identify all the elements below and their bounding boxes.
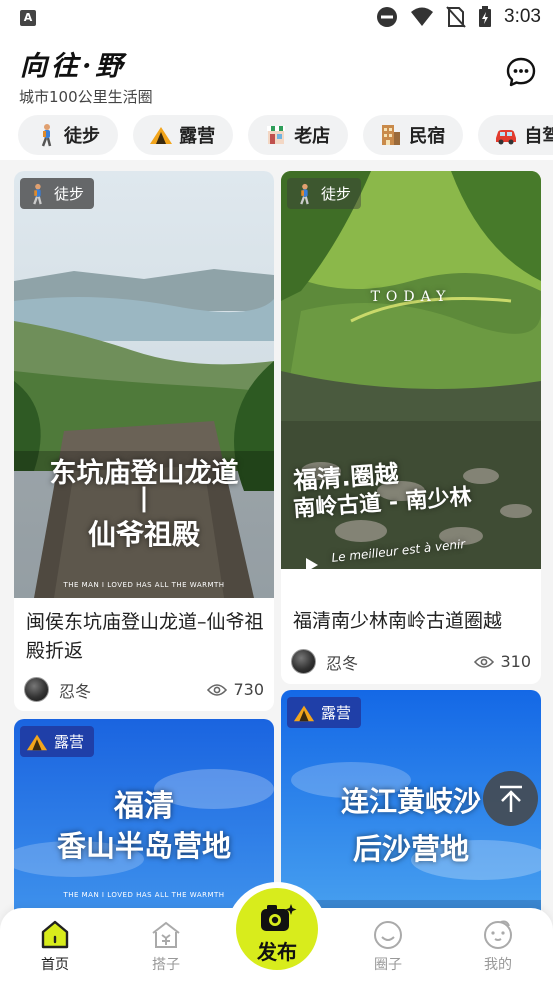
app-slogan: 城市100公里生活圈 <box>19 88 153 106</box>
tent-icon <box>293 705 315 721</box>
camera-icon <box>261 904 297 931</box>
eye-icon <box>474 655 495 668</box>
nav-label: 圈子 <box>374 957 402 973</box>
avatar <box>24 677 49 702</box>
author-name: 忍冬 <box>326 653 359 673</box>
post-feed: 徒步 东坑庙登山龙道 | 仙爷祖殿 THE MAN I LOVED HAS AL… <box>0 170 553 920</box>
category-label: 露营 <box>179 126 216 147</box>
status-icons: 3:03 <box>376 6 541 28</box>
view-count: 730 <box>207 680 264 699</box>
tag-label: 露营 <box>54 733 85 751</box>
post-card[interactable]: 露营 福清 香山半岛营地 THE MAN I LOVED HAS ALL THE… <box>14 719 274 920</box>
avatar <box>291 649 316 674</box>
tent-icon <box>150 127 173 144</box>
profile-face-icon <box>484 920 512 949</box>
nav-label: 我的 <box>484 957 512 973</box>
nav-partner[interactable]: 搭子 <box>131 918 201 974</box>
post-author[interactable]: 忍冬 <box>291 649 358 674</box>
tag-label: 露营 <box>321 704 352 722</box>
category-label: 徒步 <box>64 126 100 147</box>
poster-divider: | <box>139 483 149 513</box>
post-title: 福清南少林南岭古道圈越 <box>293 610 503 632</box>
play-icon[interactable] <box>305 557 319 569</box>
home-icon <box>41 920 69 949</box>
tag-label: 徒步 <box>54 185 85 203</box>
poster-caption: THE MAN I LOVED HAS ALL THE WARMTH <box>63 891 225 899</box>
view-count: 310 <box>474 652 531 671</box>
building-icon <box>382 125 401 145</box>
app-logo: 向往·野 <box>20 51 127 82</box>
post-cover-image: 徒步 TODAY 福清.圈越 南岭古道 - 南少林 Le meilleur es… <box>281 171 541 569</box>
poster-subtitle: 香山半岛营地 <box>56 829 231 863</box>
poster-overlay-text: TODAY <box>370 289 452 305</box>
view-count-value: 730 <box>233 680 264 699</box>
category-tag: 徒步 <box>20 178 95 209</box>
poster-caption: THE MAN I LOVED HAS ALL THE WARMTH <box>63 581 225 589</box>
hiker-icon <box>300 183 309 204</box>
poster-subtitle: 仙爷祖殿 <box>87 518 200 551</box>
category-camping[interactable]: 露营 <box>133 115 234 155</box>
back-to-top-button[interactable] <box>483 771 538 826</box>
publish-button[interactable]: 发布 <box>236 888 318 970</box>
dnd-icon <box>377 7 398 27</box>
post-title: 闽侯东坑庙登山龙道–仙爷祖殿折返 <box>26 611 264 662</box>
post-cover-image: 徒步 东坑庙登山龙道 | 仙爷祖殿 THE MAN I LOVED HAS AL… <box>14 171 274 598</box>
car-icon <box>496 130 517 145</box>
shop-icon <box>267 126 286 144</box>
category-tabs: 徒步 露营 老店 民宿 自驾 <box>0 110 553 160</box>
post-cover-image: 露营 福清 香山半岛营地 THE MAN I LOVED HAS ALL THE… <box>14 719 274 920</box>
wifi-icon <box>411 7 434 26</box>
clock: 3:03 <box>504 6 541 27</box>
poster-subtitle: 后沙营地 <box>352 832 469 866</box>
message-icon[interactable] <box>505 56 537 88</box>
post-card[interactable]: 徒步 TODAY 福清.圈越 南岭古道 - 南少林 Le meilleur es… <box>281 171 541 684</box>
category-tag: 徒步 <box>287 178 362 209</box>
category-tag: 露营 <box>20 726 95 757</box>
partner-house-icon <box>152 921 180 948</box>
smile-icon <box>374 921 402 949</box>
category-tag: 露营 <box>287 697 362 728</box>
tent-icon <box>26 734 48 750</box>
post-card[interactable]: 徒步 东坑庙登山龙道 | 仙爷祖殿 THE MAN I LOVED HAS AL… <box>14 171 274 711</box>
nav-profile[interactable]: 我的 <box>463 918 533 974</box>
category-hiking[interactable]: 徒步 <box>18 115 118 155</box>
poster-title: 福清 <box>114 789 174 824</box>
tag-label: 徒步 <box>321 185 352 203</box>
nav-home[interactable]: 首页 <box>20 918 90 974</box>
status-bar: A 3:03 <box>0 0 553 36</box>
category-label: 自驾 <box>524 126 553 147</box>
nav-label: 搭子 <box>152 957 180 973</box>
battery-icon <box>479 6 492 27</box>
eye-icon <box>207 683 228 696</box>
arrow-up-icon <box>499 785 522 812</box>
view-count-value: 310 <box>500 652 531 671</box>
hiker-icon <box>41 124 52 147</box>
nav-label: 首页 <box>41 957 69 973</box>
author-name: 忍冬 <box>59 681 92 701</box>
category-label: 民宿 <box>409 126 446 147</box>
post-author[interactable]: 忍冬 <box>24 677 91 702</box>
nav-circle[interactable]: 圈子 <box>353 918 423 974</box>
category-old-shops[interactable]: 老店 <box>248 115 349 155</box>
no-sim-icon <box>446 6 466 28</box>
category-label: 老店 <box>294 126 331 147</box>
app-header: 向往·野 城市100公里生活圈 <box>0 36 553 110</box>
category-self-drive[interactable]: 自驾 <box>478 115 553 155</box>
hiker-icon <box>33 183 42 204</box>
app-notification-icon: A <box>20 10 36 26</box>
category-homestay[interactable]: 民宿 <box>363 115 464 155</box>
publish-label: 发布 <box>257 940 297 964</box>
